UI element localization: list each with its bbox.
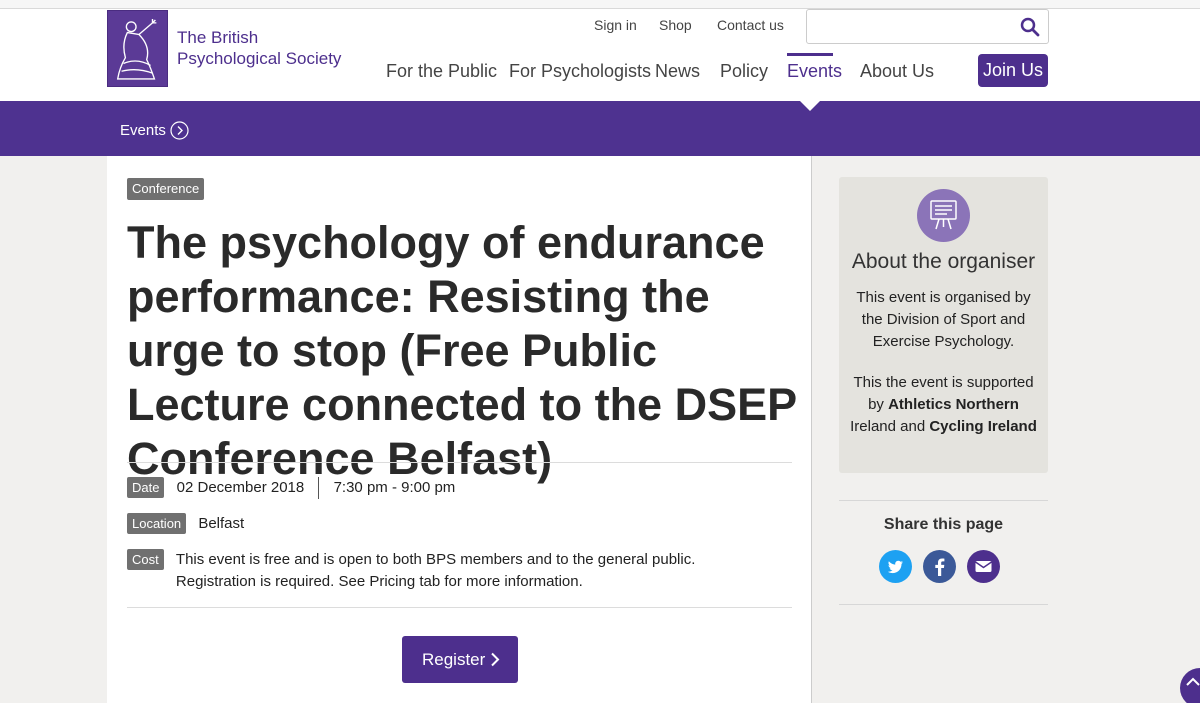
nav-events[interactable]: Events	[787, 61, 842, 82]
floating-action-button[interactable]	[1180, 668, 1200, 703]
nav-news[interactable]: News	[655, 61, 700, 82]
sign-in-link[interactable]: Sign in	[594, 17, 637, 33]
date-label: Date	[127, 477, 165, 498]
register-button[interactable]: Register	[402, 636, 518, 683]
brand-name[interactable]: The British Psychological Society	[177, 27, 341, 69]
brand-line-2: Psychological Society	[177, 49, 342, 68]
support-mid: Ireland and	[850, 418, 930, 435]
nav-about-us[interactable]: About Us	[860, 61, 934, 82]
date-time-separator	[318, 477, 320, 499]
email-share-button[interactable]	[967, 550, 1000, 583]
cost-line-2: Registration is required. See Pricing ta…	[175, 573, 583, 590]
logo-figure-icon	[116, 19, 157, 80]
nav-for-psychologists[interactable]: For Psychologists	[509, 61, 651, 82]
shop-link[interactable]: Shop	[659, 17, 692, 33]
twitter-share-button[interactable]	[879, 550, 912, 583]
organiser-badge	[917, 189, 970, 242]
facebook-icon	[935, 558, 945, 576]
contact-link[interactable]: Contact us	[717, 17, 784, 33]
register-label: Register	[422, 650, 486, 669]
nav-active-indicator	[787, 53, 833, 56]
search-box	[806, 9, 1049, 44]
search-input[interactable]	[807, 10, 1007, 43]
location-label: Location	[127, 513, 187, 534]
support-org-athletics: Athletics Northern	[888, 396, 1019, 413]
organiser-panel: About the organiser This event is organi…	[839, 177, 1048, 473]
chevron-right-circle-icon[interactable]	[170, 121, 189, 140]
event-location: Belfast	[198, 515, 245, 532]
divider	[127, 462, 792, 463]
support-org-cycling: Cycling Ireland	[929, 418, 1037, 435]
share-title: Share this page	[883, 516, 1004, 533]
divider	[127, 607, 792, 608]
twitter-icon	[887, 560, 903, 574]
cost-row: Cost This event is free and is open to b…	[127, 549, 695, 593]
cost-label: Cost	[127, 549, 164, 570]
category-tag[interactable]: Conference	[127, 178, 205, 200]
active-nav-caret	[800, 101, 820, 111]
bps-logo[interactable]	[107, 10, 168, 87]
organiser-support: This the event is supported by Athletics…	[849, 372, 1038, 438]
location-row: Location Belfast	[127, 513, 244, 535]
share-divider-top	[839, 500, 1048, 501]
site-header: The British Psychological Society Sign i…	[0, 9, 1200, 101]
breadcrumb-events[interactable]: Events	[120, 122, 166, 139]
event-date: 02 December 2018	[176, 479, 305, 496]
brand-line-1: The British	[177, 28, 259, 47]
organiser-title: About the organiser	[851, 250, 1036, 273]
cost-line-1: This event is free and is open to both B…	[175, 551, 696, 568]
event-main-content: Conference The psychology of endurance p…	[107, 156, 812, 703]
event-cost: This event is free and is open to both B…	[176, 549, 695, 593]
date-row: Date 02 December 2018 7:30 pm - 9:00 pm	[127, 477, 455, 499]
email-icon	[975, 561, 992, 572]
share-divider-bottom	[839, 604, 1048, 605]
search-icon[interactable]	[1020, 17, 1040, 37]
event-time: 7:30 pm - 9:00 pm	[333, 479, 456, 496]
event-title: The psychology of endurance performance:…	[127, 217, 797, 484]
browser-top-strip	[0, 0, 1200, 9]
noticeboard-icon	[930, 200, 957, 230]
facebook-share-button[interactable]	[923, 550, 956, 583]
chevron-up-icon	[1186, 677, 1200, 686]
chevron-right-icon	[491, 652, 500, 667]
join-us-button[interactable]: Join Us	[978, 54, 1048, 87]
organiser-description: This event is organised by the Division …	[856, 289, 1031, 350]
nav-policy[interactable]: Policy	[720, 61, 768, 82]
nav-for-the-public[interactable]: For the Public	[386, 61, 497, 82]
